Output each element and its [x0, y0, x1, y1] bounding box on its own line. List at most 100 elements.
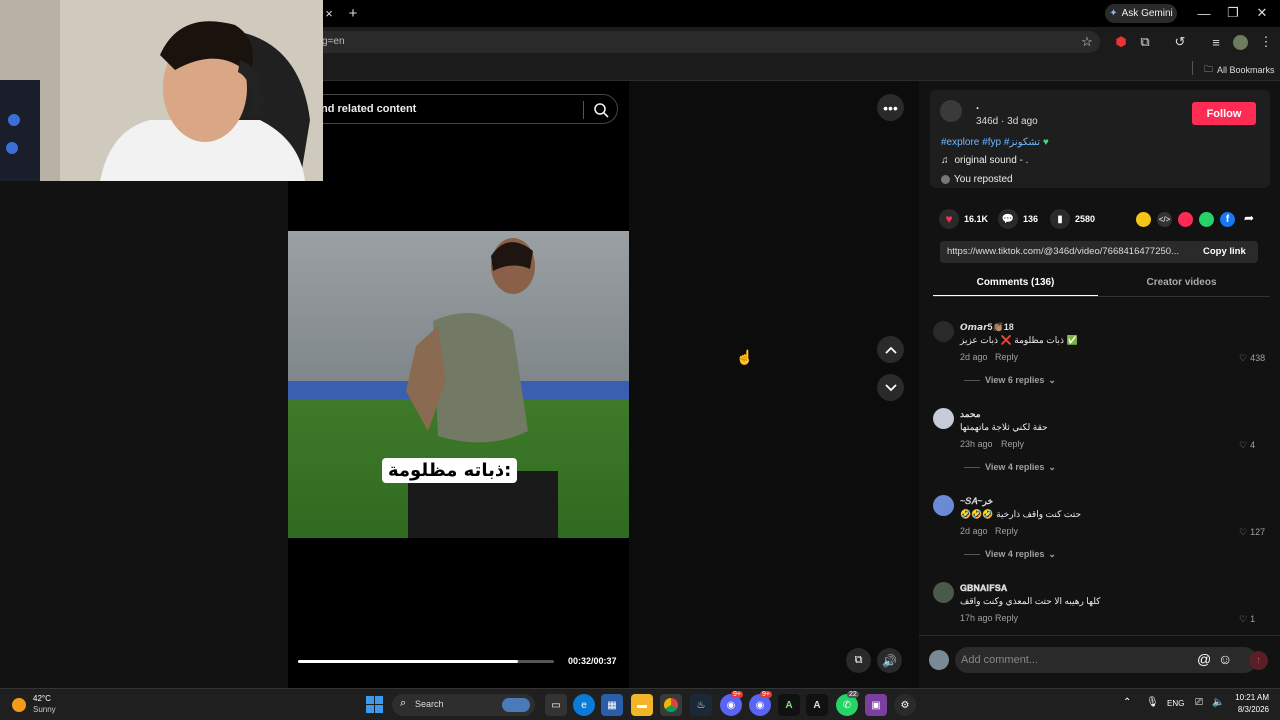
- file-explorer-icon[interactable]: ▬: [631, 694, 653, 716]
- close-window-icon[interactable]: ✕: [1251, 2, 1273, 24]
- search-icon[interactable]: [593, 102, 609, 118]
- comment-date: 17h ago: [960, 613, 993, 623]
- game-app-icon[interactable]: ▣: [865, 694, 887, 716]
- comment-like-button[interactable]: ♡ 438: [1239, 353, 1265, 364]
- video-caption: ذباته مظلومة:: [382, 458, 518, 483]
- volume-button[interactable]: 🔊: [877, 648, 902, 673]
- chrome-icon[interactable]: [660, 694, 682, 716]
- comment-like-button[interactable]: ♡ 4: [1239, 440, 1255, 451]
- comment-like-button[interactable]: ♡ 127: [1239, 527, 1265, 538]
- sound-link[interactable]: ♫ original sound - .: [941, 155, 1028, 166]
- send-icon[interactable]: [1178, 212, 1193, 227]
- previous-video-button[interactable]: [877, 336, 904, 363]
- divider: [1192, 61, 1193, 75]
- all-bookmarks-button[interactable]: 🗀 All Bookmarks: [1204, 62, 1275, 78]
- settings-app-icon[interactable]: ⚙: [894, 694, 916, 716]
- view-replies-button[interactable]: View 4 replies ⌄: [985, 549, 1056, 560]
- author-avatar[interactable]: [940, 100, 962, 122]
- comment-like-button[interactable]: ♡ 1: [1239, 614, 1255, 625]
- hashtags-text[interactable]: #explore #fyp #تشكونز: [941, 137, 1040, 148]
- language-indicator[interactable]: ENG: [1167, 699, 1184, 708]
- view-replies-button[interactable]: View 4 replies ⌄: [985, 462, 1056, 473]
- comment-avatar[interactable]: [933, 408, 954, 429]
- share-coin-icon[interactable]: [1136, 212, 1151, 227]
- post-comment-button[interactable]: ↑: [1249, 651, 1268, 670]
- weather-temp[interactable]: 42°C: [33, 694, 51, 703]
- history-icon[interactable]: ↺: [1169, 31, 1191, 53]
- address-bar[interactable]: g=en: [300, 31, 1100, 53]
- steam-icon[interactable]: ♨: [690, 694, 712, 716]
- facebook-icon[interactable]: f: [1220, 212, 1235, 227]
- reply-button[interactable]: Reply: [995, 613, 1018, 623]
- view-replies-button[interactable]: View 6 replies ⌄: [985, 375, 1056, 386]
- profile-avatar[interactable]: [1233, 35, 1248, 50]
- reply-button[interactable]: Reply: [995, 526, 1018, 536]
- comment-author[interactable]: 𝙊𝙢𝙖𝙧5👏🏽18: [960, 322, 1014, 333]
- sound-text: original sound - .: [954, 155, 1029, 166]
- restore-window-icon[interactable]: ❐: [1222, 2, 1244, 24]
- view-replies-label: View 4 replies: [985, 462, 1045, 472]
- reading-list-icon[interactable]: ≡: [1205, 31, 1227, 53]
- comment-avatar[interactable]: [933, 582, 954, 603]
- embed-icon[interactable]: </>: [1157, 212, 1172, 227]
- extension-red-icon[interactable]: ⬢: [1110, 31, 1132, 53]
- comment-text: كلها رهيبه الا حتت المعذي وكنت واقف: [960, 596, 1101, 606]
- reply-button[interactable]: Reply: [995, 352, 1018, 362]
- reply-button[interactable]: Reply: [1001, 439, 1024, 449]
- search-bar[interactable]: nd related content: [300, 94, 618, 124]
- task-view-icon[interactable]: ▭: [545, 694, 567, 716]
- clock-date[interactable]: 8/3/2026: [1233, 705, 1269, 714]
- speaker-icon[interactable]: 🔈: [1212, 697, 1224, 708]
- divider: [933, 296, 1270, 297]
- comment-date: 2d ago: [960, 352, 988, 362]
- more-options-button[interactable]: •••: [877, 94, 904, 121]
- mini-player-button[interactable]: ⧉: [846, 648, 871, 673]
- folder-icon: 🗀: [1204, 64, 1214, 74]
- extensions-puzzle-icon[interactable]: ⧉: [1134, 31, 1156, 53]
- display-icon[interactable]: ⎚: [1195, 697, 1203, 708]
- follow-button[interactable]: Follow: [1192, 102, 1256, 125]
- comment-author[interactable]: 𝐆𝐁𝐍𝐀𝐈𝐅𝐒𝐀: [960, 583, 1007, 594]
- emoji-icon[interactable]: ☺: [1218, 651, 1232, 667]
- search-highlight-icon: [502, 698, 530, 712]
- new-tab-button[interactable]: +: [342, 2, 364, 24]
- whatsapp-icon[interactable]: [1199, 212, 1214, 227]
- microphone-icon[interactable]: 🎙: [1146, 697, 1159, 708]
- video-frame[interactable]: ذباته مظلومة:: [288, 231, 629, 538]
- tray-chevron-up-icon[interactable]: ⌃: [1123, 697, 1131, 708]
- comment-avatar[interactable]: [933, 495, 954, 516]
- store-icon[interactable]: ▦: [601, 694, 623, 716]
- browser-menu-icon[interactable]: ⋮: [1255, 31, 1277, 53]
- comment-author[interactable]: محمد: [960, 409, 981, 420]
- chevron-down-icon: [884, 383, 897, 391]
- my-avatar: [929, 650, 949, 670]
- app-a-green-icon[interactable]: A: [778, 694, 800, 716]
- copy-link-button[interactable]: Copy link: [1203, 246, 1246, 257]
- comment-button[interactable]: 💬: [998, 209, 1018, 229]
- tab-comments[interactable]: Comments (136): [933, 277, 1098, 288]
- tab-creator-videos[interactable]: Creator videos: [1099, 277, 1264, 288]
- app-a-white-icon[interactable]: A: [806, 694, 828, 716]
- clock-time[interactable]: 10:21 AM: [1233, 693, 1269, 702]
- next-video-button[interactable]: [877, 374, 904, 401]
- windows-start-icon[interactable]: [366, 696, 383, 713]
- video-progress-track[interactable]: [298, 660, 554, 663]
- share-arrow-icon[interactable]: ➦: [1244, 211, 1254, 225]
- like-button[interactable]: ♥: [939, 209, 959, 229]
- comment-avatar[interactable]: [933, 321, 954, 342]
- author-name[interactable]: .: [976, 100, 979, 112]
- divider: [919, 635, 1280, 636]
- minimize-window-icon[interactable]: —: [1193, 2, 1215, 24]
- comment-text: حقة لكني ثلاجة ماتهمتها: [960, 422, 1048, 432]
- video-link[interactable]: https://www.tiktok.com/@346d/video/76684…: [947, 246, 1192, 257]
- comment-input[interactable]: Add comment... @ ☺: [955, 647, 1257, 673]
- bookmark-star-icon[interactable]: ☆: [1076, 31, 1098, 53]
- taskbar-search[interactable]: ⌕ Search: [392, 694, 535, 716]
- comment-author[interactable]: ~𝑆𝐴~خر: [960, 496, 993, 507]
- mention-icon[interactable]: @: [1197, 651, 1211, 667]
- ask-gemini-button[interactable]: ✦ Ask Gemini: [1105, 4, 1177, 23]
- save-button[interactable]: ▮: [1050, 209, 1070, 229]
- edge-icon[interactable]: e: [573, 694, 595, 716]
- post-hashtags[interactable]: #explore #fyp #تشكونز ♥: [941, 137, 1049, 148]
- video-backdrop: [629, 81, 919, 688]
